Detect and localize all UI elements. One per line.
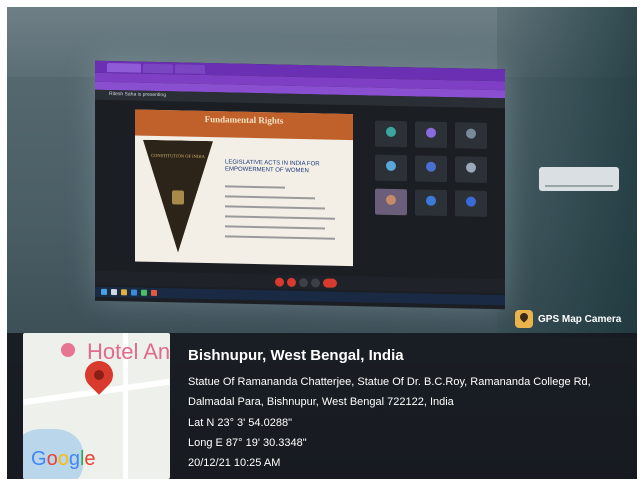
- participant-tile: [415, 121, 447, 149]
- slide-bullet: [225, 235, 335, 240]
- gps-camera-label: GPS Map Camera: [538, 313, 622, 325]
- avatar: [466, 196, 476, 207]
- browser-tab: [143, 63, 173, 74]
- taskbar-icon: [121, 289, 127, 296]
- avatar: [426, 127, 436, 138]
- slide-title: Fundamental Rights: [204, 114, 284, 126]
- presentation-slide: Fundamental Rights CONSTITUTION OF INDIA…: [135, 109, 353, 267]
- longitude: Long E 87° 19' 30.3348": [188, 437, 307, 449]
- participant-tile: [455, 122, 487, 149]
- taskbar-icon: [111, 289, 117, 296]
- camera-icon: [287, 277, 296, 287]
- avatar: [466, 162, 476, 173]
- participant-tile: [375, 154, 407, 182]
- captions-icon: [299, 277, 308, 288]
- avatar: [466, 128, 476, 139]
- projected-screen: Ritesh Saha is presenting Fundamental Ri…: [95, 60, 505, 310]
- slide-bullet: [225, 195, 315, 200]
- slide-bullet: [225, 225, 325, 230]
- slide-bullet: [225, 215, 335, 220]
- avatar: [386, 160, 396, 172]
- pennant-text: CONSTITUTION OF INDIA: [151, 152, 205, 160]
- end-call-icon: [323, 278, 337, 288]
- browser-tab: [175, 64, 205, 75]
- slide-header: Fundamental Rights: [135, 109, 353, 141]
- air-conditioner: [539, 167, 619, 191]
- avatar: [386, 194, 396, 206]
- timestamp: 20/12/21 10:25 AM: [188, 457, 281, 469]
- participant-grid: [375, 120, 495, 264]
- presenting-text: Ritesh Saha is presenting: [109, 90, 166, 99]
- avatar: [426, 195, 436, 206]
- slide-bullet: [225, 185, 285, 189]
- address-line-1: Statue Of Ramananda Chatterjee, Statue O…: [188, 376, 591, 388]
- participant-tile: [455, 156, 487, 183]
- location-title: Bishnupur, West Bengal, India: [188, 347, 404, 364]
- location-map: Hotel Ann Google: [23, 333, 170, 479]
- slide-bullet: [225, 205, 325, 210]
- emblem-icon: [172, 190, 184, 204]
- participant-video: [375, 188, 407, 216]
- gps-camera-tag: GPS Map Camera: [515, 308, 621, 330]
- participant-tile: [455, 190, 487, 217]
- present-icon: [311, 278, 320, 288]
- avatar: [386, 126, 396, 138]
- participant-tile: [415, 189, 447, 217]
- participant-tile: [375, 120, 407, 148]
- browser-tab: [107, 62, 141, 73]
- gps-map-camera-icon: [515, 310, 533, 328]
- taskbar-icon: [131, 289, 137, 296]
- slide-heading: LEGISLATIVE ACTS IN INDIA FOR EMPOWERMEN…: [225, 159, 320, 175]
- taskbar-icon: [141, 289, 147, 296]
- constitution-pennant: CONSTITUTION OF INDIA: [143, 140, 213, 253]
- hotel-icon: [61, 343, 75, 357]
- avatar: [426, 161, 436, 172]
- mic-icon: [275, 277, 284, 287]
- participant-tile: [415, 155, 447, 183]
- start-icon: [101, 288, 107, 295]
- google-logo: Google: [31, 448, 96, 470]
- address-line-2: Dalmadal Para, Bishnupur, West Bengal 72…: [188, 396, 454, 408]
- taskbar-icon: [151, 289, 157, 297]
- latitude: Lat N 23° 3' 54.0288": [188, 417, 292, 429]
